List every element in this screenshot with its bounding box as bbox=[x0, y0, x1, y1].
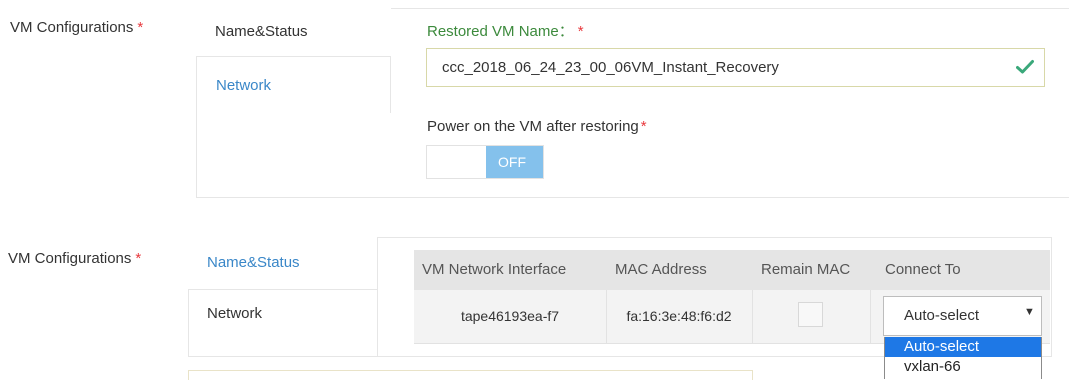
dropdown-option-auto-select[interactable]: Auto-select bbox=[885, 337, 1041, 357]
toggle-off-state[interactable]: OFF bbox=[486, 146, 543, 178]
chevron-down-icon: ▼ bbox=[1024, 306, 1035, 318]
vm-configurations-label: VM Configurations * bbox=[8, 250, 141, 267]
restored-vm-name-label: Restored VM Name： * bbox=[427, 20, 584, 41]
column-divider bbox=[752, 290, 753, 343]
power-on-label: Power on the VM after restoring * bbox=[427, 118, 647, 135]
required-mark: * bbox=[640, 118, 647, 135]
column-divider bbox=[870, 290, 871, 343]
required-mark: * bbox=[135, 250, 142, 267]
check-icon bbox=[1016, 60, 1034, 74]
required-mark: * bbox=[137, 19, 144, 36]
cell-interface: tape46193ea-f7 bbox=[460, 308, 560, 324]
header-remain-mac: Remain MAC bbox=[761, 261, 851, 278]
tab-name-status[interactable]: Name&Status bbox=[196, 8, 391, 57]
tab-network[interactable]: Network bbox=[188, 290, 378, 340]
remain-mac-checkbox[interactable] bbox=[798, 302, 823, 327]
section-label-text: VM Configurations bbox=[8, 250, 132, 267]
restored-vm-name-input[interactable]: ccc_2018_06_24_23_00_06VM_Instant_Recove… bbox=[426, 48, 1045, 87]
required-mark: * bbox=[577, 23, 584, 40]
cell-mac-address: fa:16:3e:48:f6:d2 bbox=[626, 308, 732, 324]
tab-name-status[interactable]: Name&Status bbox=[188, 237, 378, 290]
header-vm-network-interface: VM Network Interface bbox=[422, 261, 567, 278]
header-connect-to: Connect To bbox=[885, 261, 961, 278]
header-mac-address: MAC Address bbox=[615, 261, 707, 278]
tab-column-filler bbox=[188, 340, 378, 356]
dropdown-option-vxlan-66[interactable]: vxlan-66 bbox=[885, 357, 1041, 377]
section-label-text: VM Configurations bbox=[10, 19, 134, 36]
restored-vm-name-label-text: Restored VM Name： bbox=[427, 23, 574, 40]
vm-configurations-label: VM Configurations * bbox=[10, 19, 143, 36]
connect-to-select[interactable]: Auto-select bbox=[883, 296, 1042, 336]
tab-network[interactable]: Network bbox=[196, 57, 390, 113]
power-on-label-text: Power on the VM after restoring bbox=[427, 118, 639, 135]
